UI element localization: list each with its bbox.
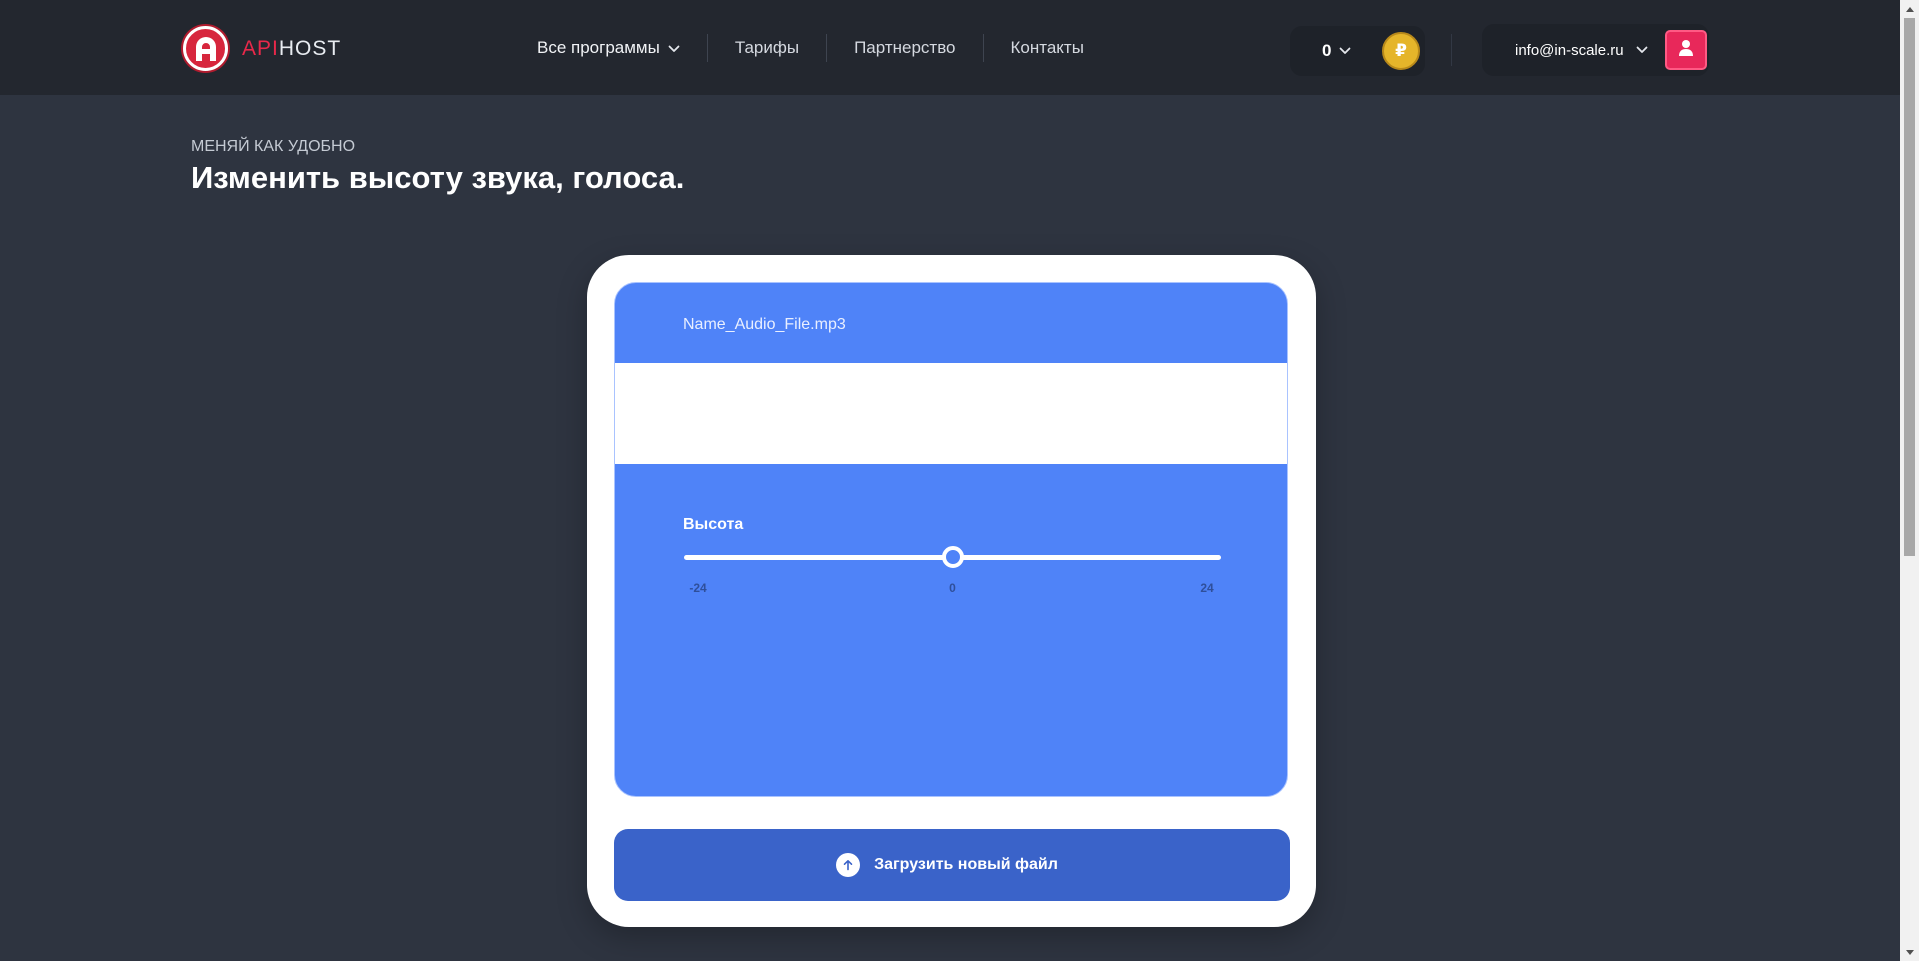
scroll-up-arrow-icon[interactable] [1900,0,1919,17]
waveform-area[interactable] [615,363,1287,464]
nav-all-programs-label: Все программы [537,37,660,57]
pitch-editor-card: Name_Audio_File.mp3 Высота -24 0 24 Загр… [587,255,1316,927]
nav-tariffs[interactable]: Тарифы [735,38,799,58]
nav-partnership[interactable]: Партнерство [854,38,955,58]
pitch-label: Высота [683,516,744,533]
header-divider [1451,34,1452,66]
nav-divider [706,33,708,62]
account-dropdown[interactable]: info@in-scale.ru [1482,24,1709,76]
audio-panel: Name_Audio_File.mp3 Высота -24 0 24 [614,282,1288,797]
logo[interactable]: APIHOST [183,26,341,71]
nav-divider [982,33,984,62]
scrollbar-thumb[interactable] [1904,18,1915,556]
balance-value: 0 [1322,41,1332,60]
chevron-down-icon [1339,42,1351,60]
page-eyebrow: МЕНЯЙ КАК УДОБНО [191,138,356,155]
logo-text-host: HOST [278,36,342,60]
apihost-logo-icon [183,26,228,71]
nav-tariffs-label: Тарифы [734,37,800,57]
chevron-down-icon [1636,41,1648,59]
page-scrollbar[interactable] [1900,0,1919,961]
nav-contacts-label: Контакты [1010,37,1084,57]
pitch-tick-max: 24 [1200,581,1214,595]
balance-dropdown[interactable]: 0 ₽ [1290,26,1425,76]
user-profile-button[interactable] [1665,30,1707,70]
page-title: Изменить высоту звука, голоса. [191,160,685,195]
upload-new-file-button[interactable]: Загрузить новый файл [614,829,1290,901]
logo-text: APIHOST [242,37,341,61]
user-icon [1678,39,1694,62]
main-nav: Все программы Тарифы Партнерство Контакт… [537,0,1084,95]
chevron-down-icon [668,38,680,58]
arrow-up-icon [836,853,861,877]
upload-button-label: Загрузить новый файл [874,856,1058,873]
nav-contacts[interactable]: Контакты [1011,38,1084,58]
scroll-down-arrow-icon[interactable] [1900,944,1919,961]
ruble-coin-icon: ₽ [1382,32,1420,70]
nav-all-programs[interactable]: Все программы [537,38,680,58]
pitch-tick-min: -24 [689,581,707,595]
currency-symbol: ₽ [1395,41,1407,60]
logo-text-api: API [242,36,279,60]
account-email: info@in-scale.ru [1515,41,1624,59]
pitch-slider-thumb[interactable] [941,546,964,568]
nav-partnership-label: Партнерство [854,37,956,57]
audio-file-name: Name_Audio_File.mp3 [683,316,846,333]
top-header: APIHOST Все программы Тарифы Партнерство… [0,0,1900,95]
nav-divider [826,33,828,62]
pitch-tick-zero: 0 [949,581,956,595]
